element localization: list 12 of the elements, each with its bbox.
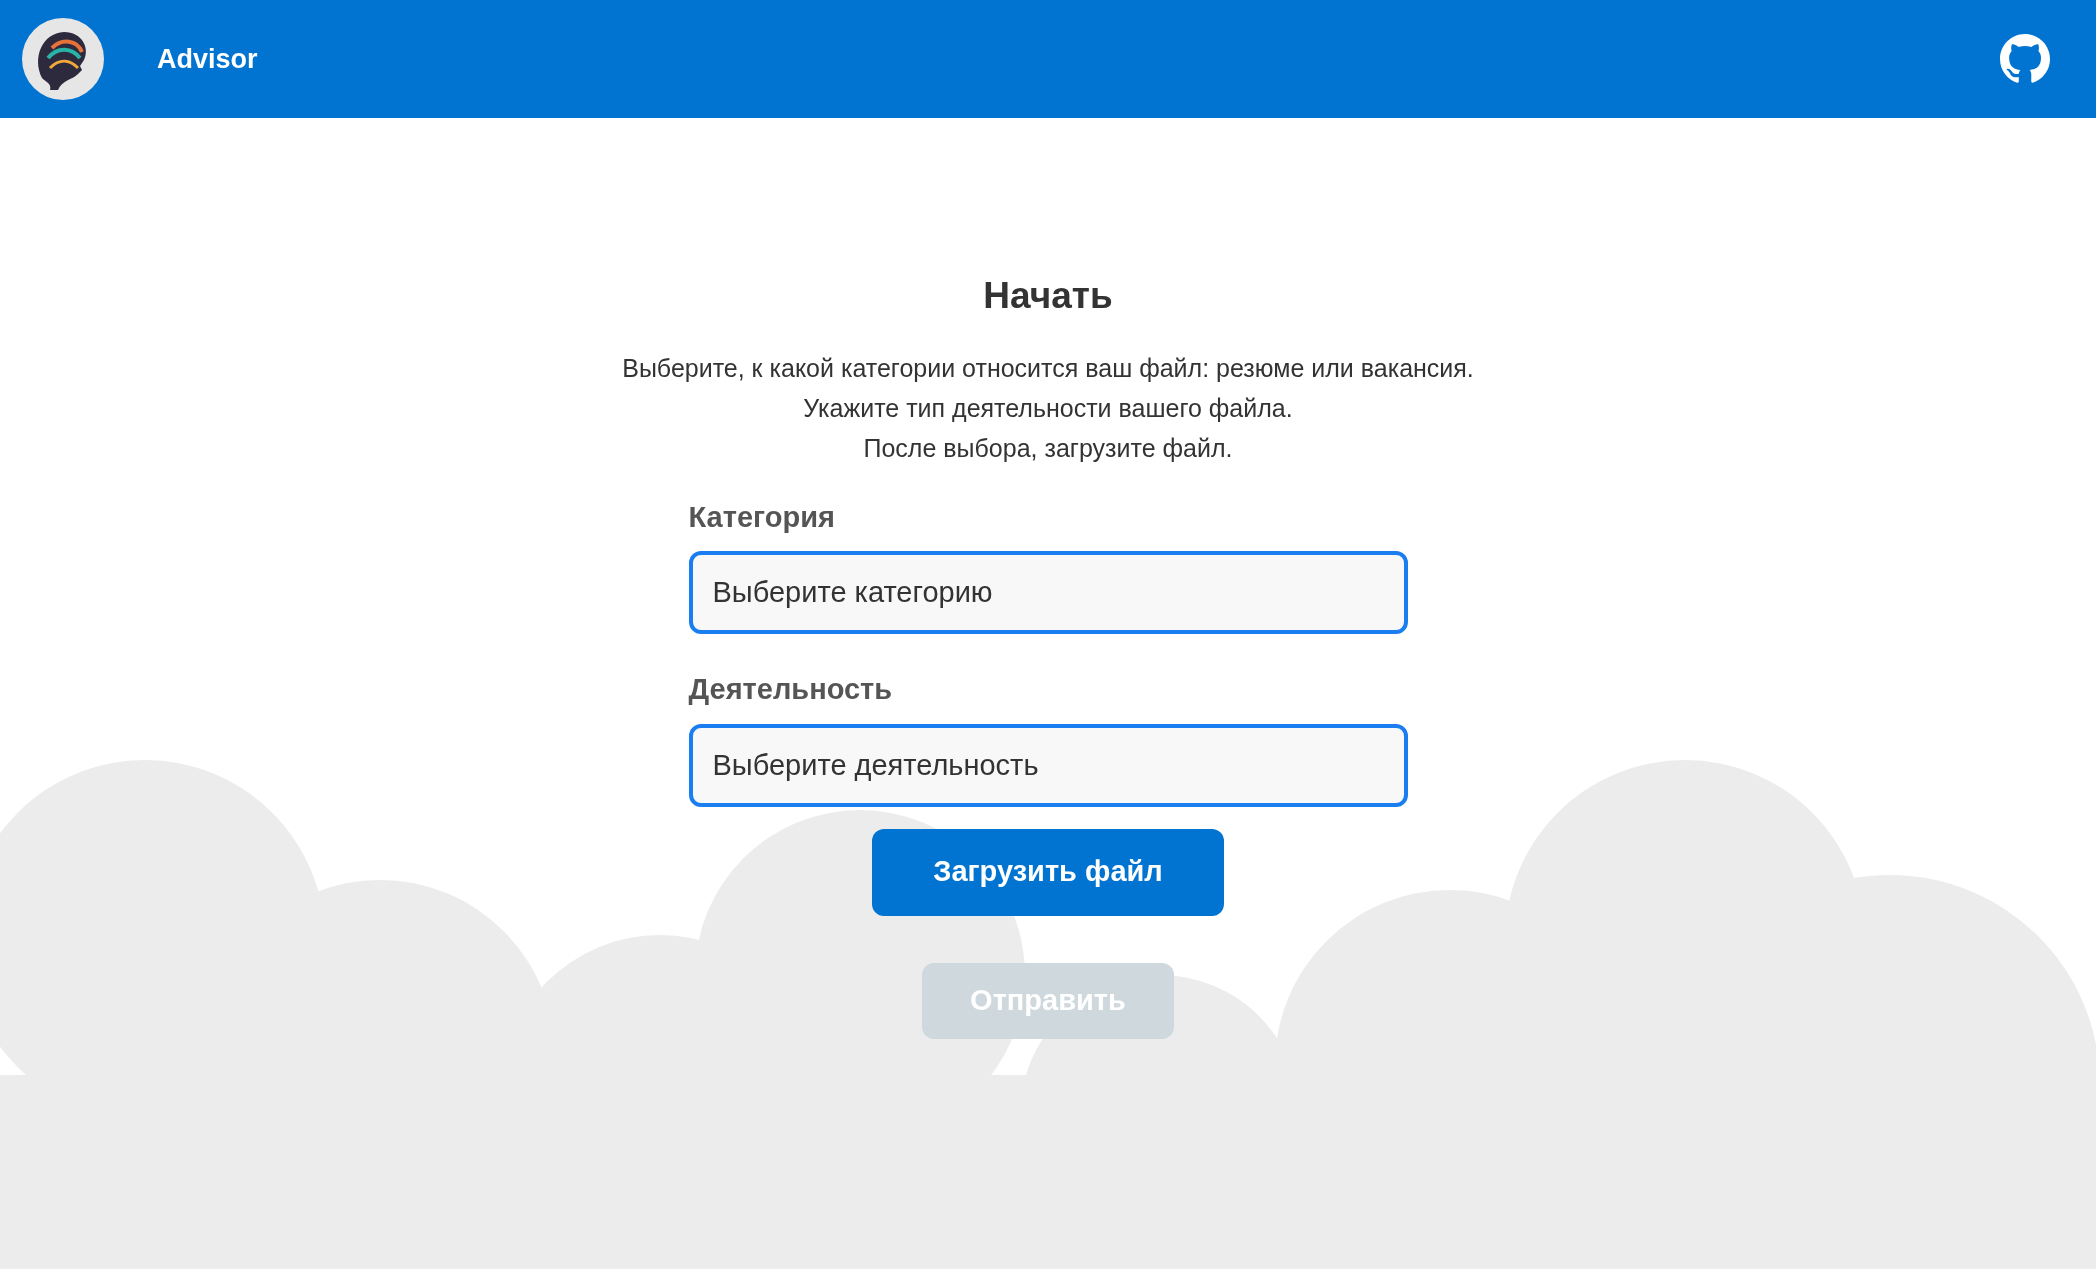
field-label: Деятельность	[688, 672, 894, 707]
instruction-text: После выбора, загрузите файл.	[863, 432, 1233, 464]
instruction-text: Выберите, к какой категории относится ваш файл: резюме или вакансия.	[622, 352, 1474, 384]
instruction-text: Укажите тип деятельности вашего файла.	[803, 392, 1293, 424]
page-heading: Начать	[983, 274, 1113, 318]
github-icon[interactable]	[2000, 34, 2050, 84]
upload-file-button[interactable]: Загрузить файл	[872, 828, 1224, 916]
select-field[interactable]: Выберите категорию	[688, 551, 1408, 634]
select-field[interactable]: Выберите деятельность	[688, 723, 1408, 807]
app-title: Advisor	[157, 42, 258, 76]
field-label: Категория	[688, 499, 836, 535]
avatar-icon	[22, 18, 104, 100]
